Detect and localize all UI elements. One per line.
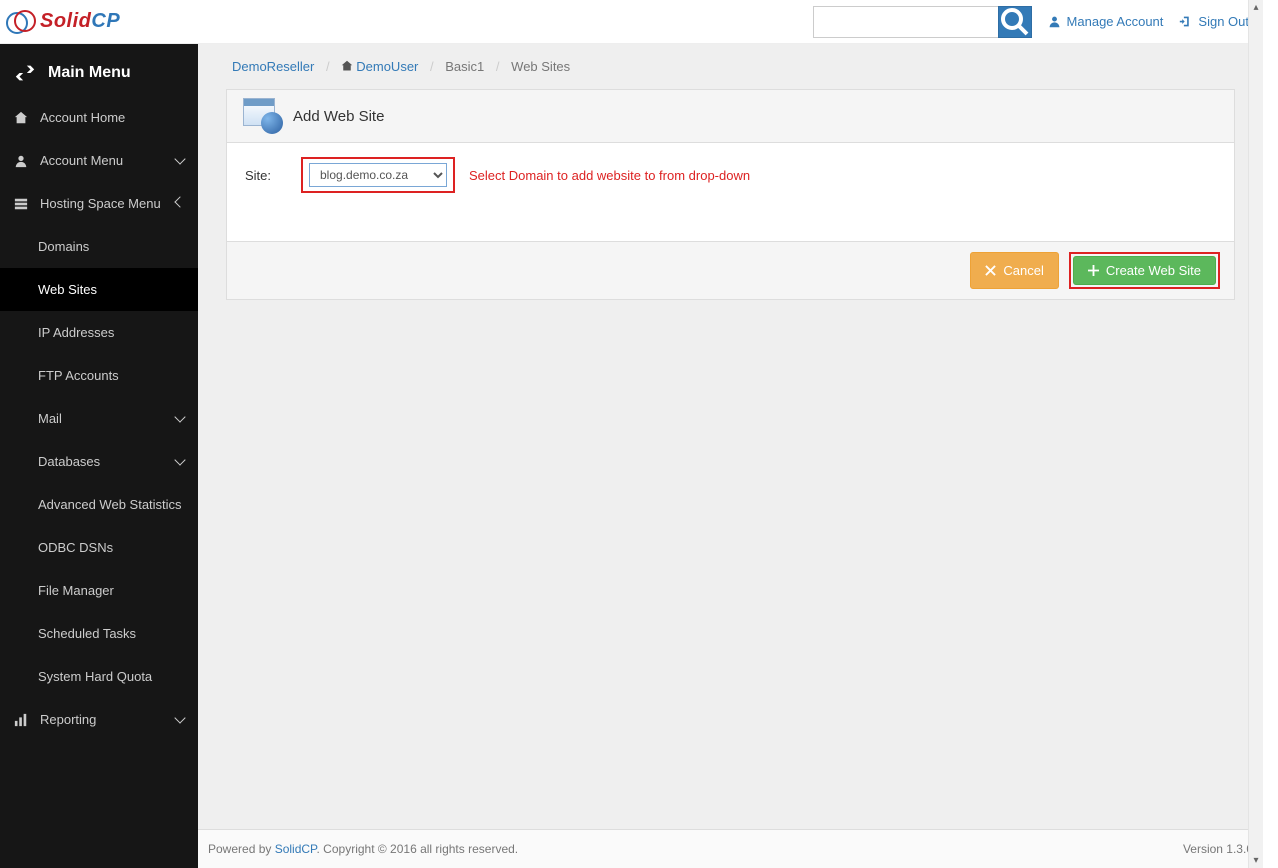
breadcrumb: DemoReseller / DemoUser / Basic1 / Web S… [198, 44, 1263, 89]
sidebar-header: Main Menu [0, 50, 198, 96]
search-button[interactable] [998, 6, 1032, 38]
sign-out-label: Sign Out [1198, 14, 1249, 29]
sidebar-item-scheduled-tasks[interactable]: Scheduled Tasks [0, 612, 198, 655]
sidebar-item-ftp-accounts[interactable]: FTP Accounts [0, 354, 198, 397]
sidebar-item-label: Domains [38, 239, 184, 254]
sidebar-item-mail[interactable]: Mail [0, 397, 198, 440]
sidebar-item-file-manager[interactable]: File Manager [0, 569, 198, 612]
website-icon [243, 98, 283, 134]
site-select[interactable]: blog.demo.co.za [309, 163, 447, 187]
sidebar-item-label: Account Menu [40, 153, 164, 168]
footer-link[interactable]: SolidCP [275, 842, 317, 856]
sidebar-item-label: Reporting [40, 712, 164, 727]
user-icon [14, 154, 28, 168]
footer-post: . Copyright © 2016 all rights reserved. [317, 842, 519, 856]
sidebar-item-databases[interactable]: Databases [0, 440, 198, 483]
sidebar-item-reporting[interactable]: Reporting [0, 698, 198, 741]
sidebar-item-label: File Manager [38, 583, 184, 598]
sidebar-item-label: IP Addresses [38, 325, 184, 340]
sidebar-item-label: ODBC DSNs [38, 540, 184, 555]
site-label: Site: [245, 168, 301, 183]
chevron-down-icon [174, 454, 185, 465]
plus-icon [1088, 265, 1099, 276]
close-icon [985, 265, 996, 276]
stack-icon [14, 197, 28, 211]
chevron-down-icon [174, 712, 185, 723]
create-label: Create Web Site [1106, 263, 1201, 278]
scroll-down-arrow[interactable]: ▾ [1249, 853, 1263, 868]
sidebar-item-ip-addresses[interactable]: IP Addresses [0, 311, 198, 354]
site-combo-highlight: blog.demo.co.za [301, 157, 455, 193]
panel-title: Add Web Site [293, 108, 384, 125]
panel-header: Add Web Site [227, 90, 1234, 143]
sidebar-item-odbc-dsns[interactable]: ODBC DSNs [0, 526, 198, 569]
footer-version: Version 1.3.0 [1183, 842, 1253, 856]
sidebar-item-advanced-web-statistics[interactable]: Advanced Web Statistics [0, 483, 198, 526]
cancel-button[interactable]: Cancel [970, 252, 1058, 289]
sidebar-item-account-menu[interactable]: Account Menu [0, 139, 198, 182]
sidebar-item-system-hard-quota[interactable]: System Hard Quota [0, 655, 198, 698]
sidebar-item-label: FTP Accounts [38, 368, 184, 383]
scroll-up-arrow[interactable]: ▴ [1249, 0, 1263, 15]
sidebar-item-web-sites[interactable]: Web Sites [0, 268, 198, 311]
home-icon [14, 111, 28, 125]
sidebar: Main Menu Account Home Account Menu Host… [0, 44, 198, 868]
user-icon [1048, 15, 1061, 28]
swap-icon [14, 65, 36, 81]
sidebar-item-label: Databases [38, 454, 164, 469]
manage-account-link[interactable]: Manage Account [1048, 14, 1164, 29]
sign-out-link[interactable]: Sign Out [1179, 14, 1249, 29]
create-button-highlight: Create Web Site [1069, 252, 1220, 289]
chart-icon [14, 713, 28, 727]
sidebar-item-label: Account Home [40, 110, 184, 125]
breadcrumb-reseller[interactable]: DemoReseller [232, 59, 314, 74]
home-icon [341, 60, 353, 72]
content-area: DemoReseller / DemoUser / Basic1 / Web S… [198, 44, 1263, 868]
breadcrumb-user[interactable]: DemoUser [356, 59, 418, 74]
sidebar-item-label: System Hard Quota [38, 669, 184, 684]
brand-text-solid: Solid [40, 10, 91, 33]
brand-text-cp: CP [91, 10, 120, 33]
sidebar-item-label: Web Sites [38, 282, 184, 297]
sidebar-item-label: Scheduled Tasks [38, 626, 184, 641]
brand-mark-icon [6, 10, 36, 34]
breadcrumb-plan: Basic1 [445, 59, 484, 74]
sidebar-item-account-home[interactable]: Account Home [0, 96, 198, 139]
chevron-down-icon [174, 411, 185, 422]
top-bar: SolidCP Manage Account Sign Out [0, 0, 1263, 44]
chevron-left-icon [174, 196, 185, 207]
brand-logo[interactable]: SolidCP [6, 10, 120, 34]
search-icon [999, 6, 1031, 38]
sidebar-item-label: Advanced Web Statistics [38, 497, 184, 512]
cancel-label: Cancel [1003, 263, 1043, 278]
sidebar-item-label: Mail [38, 411, 164, 426]
sidebar-title: Main Menu [48, 64, 131, 82]
site-hint: Select Domain to add website to from dro… [469, 168, 750, 183]
add-website-panel: Add Web Site Site: blog.demo.co.za Selec… [226, 89, 1235, 300]
manage-account-label: Manage Account [1067, 14, 1164, 29]
create-website-button[interactable]: Create Web Site [1073, 256, 1216, 285]
footer-pre: Powered by [208, 842, 275, 856]
page-footer: Powered by SolidCP. Copyright © 2016 all… [198, 829, 1263, 868]
search-input[interactable] [813, 6, 998, 38]
sidebar-item-domains[interactable]: Domains [0, 225, 198, 268]
chevron-down-icon [174, 153, 185, 164]
sidebar-item-label: Hosting Space Menu [40, 196, 164, 211]
breadcrumb-section: Web Sites [511, 59, 570, 74]
global-search [813, 6, 1032, 38]
window-scrollbar[interactable]: ▴ ▾ [1248, 0, 1263, 868]
sidebar-item-hosting-space-menu[interactable]: Hosting Space Menu [0, 182, 198, 225]
signout-icon [1179, 15, 1192, 28]
